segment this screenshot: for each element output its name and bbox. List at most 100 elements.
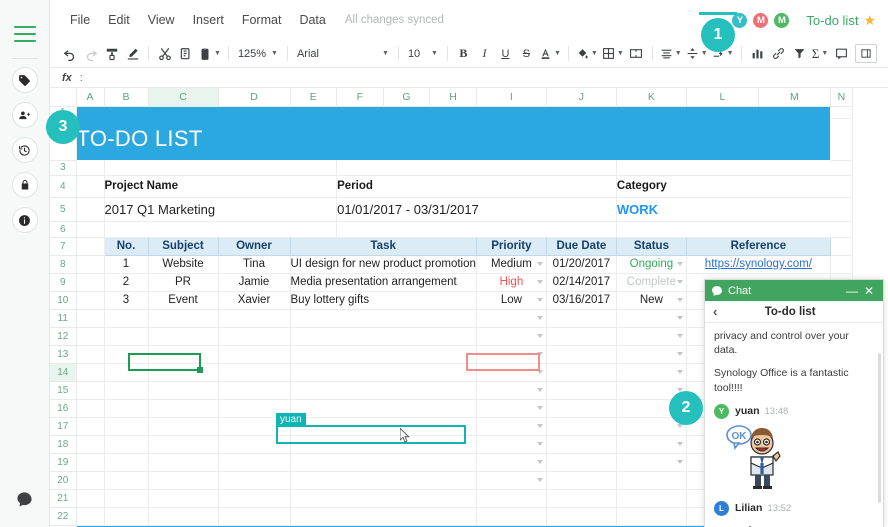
cell-d17[interactable] <box>218 417 290 435</box>
column-header-n[interactable]: N <box>830 88 852 106</box>
row-header-14[interactable]: 14 <box>50 363 76 381</box>
cell-i11[interactable] <box>476 309 546 327</box>
cell-b15[interactable] <box>104 381 148 399</box>
row-header-21[interactable]: 21 <box>50 489 76 507</box>
cell-reference-1[interactable]: https://synology.com/ <box>686 255 830 273</box>
chevron-down-icon[interactable]: ▼ <box>214 50 221 57</box>
cell-n8[interactable] <box>830 255 852 273</box>
cell-a8[interactable] <box>76 255 104 273</box>
cell-a6[interactable] <box>76 221 104 237</box>
cell-b19[interactable] <box>104 453 148 471</box>
version-history-icon[interactable] <box>12 137 38 163</box>
column-header-b[interactable]: B <box>104 88 148 106</box>
cell-j16[interactable] <box>546 399 616 417</box>
strikethrough-icon[interactable]: S <box>516 43 537 65</box>
row-header-9[interactable]: 9 <box>50 273 76 291</box>
link-icon[interactable] <box>768 43 789 65</box>
value-project-name[interactable]: 2017 Q1 Marketing <box>104 197 337 221</box>
cell-i18[interactable] <box>476 435 546 453</box>
cell-d16[interactable] <box>218 399 290 417</box>
th-task[interactable]: Task <box>290 237 476 255</box>
zoom-level-select[interactable]: 125% ▼ <box>234 44 282 64</box>
cell-i22[interactable] <box>476 507 546 525</box>
column-header-g[interactable]: G <box>383 88 430 106</box>
cell-c20[interactable] <box>148 471 218 489</box>
document-title[interactable]: To-do list <box>806 13 858 28</box>
cell-i13[interactable] <box>476 345 546 363</box>
cell-j22[interactable] <box>546 507 616 525</box>
chevron-down-icon[interactable] <box>537 280 543 284</box>
cell-b12[interactable] <box>104 327 148 345</box>
chat-launcher-icon[interactable] <box>13 487 37 511</box>
cell-a13[interactable] <box>76 345 104 363</box>
cell-k6[interactable] <box>616 221 852 237</box>
chevron-down-icon[interactable]: ▼ <box>591 50 598 57</box>
cell-priority-3[interactable]: Low <box>476 291 546 309</box>
cell-i19[interactable] <box>476 453 546 471</box>
th-priority[interactable]: Priority <box>476 237 546 255</box>
italic-icon[interactable]: I <box>474 43 495 65</box>
format-paint-icon[interactable] <box>101 43 122 65</box>
chevron-down-icon[interactable] <box>537 316 543 320</box>
row-header-10[interactable]: 10 <box>50 291 76 309</box>
cell-j21[interactable] <box>546 489 616 507</box>
cell-f6[interactable] <box>337 221 617 237</box>
cell-b11[interactable] <box>104 309 148 327</box>
cell-j11[interactable] <box>546 309 616 327</box>
cell-priority-1[interactable]: Medium <box>476 255 546 273</box>
avatar-collaborator-3[interactable]: M <box>773 12 790 29</box>
value-period[interactable]: 01/01/2017 - 03/31/2017 <box>337 197 617 221</box>
insert-comment-icon[interactable] <box>831 43 852 65</box>
cell-a3[interactable] <box>76 160 104 175</box>
chevron-down-icon[interactable]: ▼ <box>554 50 561 57</box>
cell-c21[interactable] <box>148 489 218 507</box>
label-project-name[interactable]: Project Name <box>104 175 337 197</box>
cell-b16[interactable] <box>104 399 148 417</box>
cell-k20[interactable] <box>616 471 686 489</box>
cell-a18[interactable] <box>76 435 104 453</box>
cell-i17[interactable] <box>476 417 546 435</box>
cell-j20[interactable] <box>546 471 616 489</box>
chevron-down-icon[interactable] <box>537 478 543 482</box>
cell-no-1[interactable]: 1 <box>104 255 148 273</box>
th-status[interactable]: Status <box>616 237 686 255</box>
row-header-22[interactable]: 22 <box>50 507 76 525</box>
row-header-12[interactable]: 12 <box>50 327 76 345</box>
chevron-down-icon[interactable] <box>537 442 543 446</box>
column-header-e[interactable]: E <box>290 88 337 106</box>
cell-k21[interactable] <box>616 489 686 507</box>
cell-e22[interactable] <box>290 507 476 525</box>
cell-c11[interactable] <box>148 309 218 327</box>
cell-i12[interactable] <box>476 327 546 345</box>
cell-status-2[interactable]: Complete <box>616 273 686 291</box>
cell-d15[interactable] <box>218 381 290 399</box>
add-person-icon[interactable] <box>12 102 38 128</box>
row-header-8[interactable]: 8 <box>50 255 76 273</box>
cell-a21[interactable] <box>76 489 104 507</box>
row-header-19[interactable]: 19 <box>50 453 76 471</box>
cell-a14[interactable] <box>76 363 104 381</box>
label-tag-icon[interactable] <box>12 67 38 93</box>
cell-task-1[interactable]: UI design for new product promotion <box>290 255 476 273</box>
row-header-16[interactable]: 16 <box>50 399 76 417</box>
cell-e18[interactable] <box>290 435 476 453</box>
cell-b14[interactable] <box>104 363 148 381</box>
column-header-m[interactable]: M <box>758 88 830 106</box>
cell-k22[interactable] <box>616 507 686 525</box>
chevron-down-icon[interactable] <box>677 460 683 464</box>
th-no[interactable]: No. <box>104 237 148 255</box>
cell-d22[interactable] <box>218 507 290 525</box>
cell-b3[interactable] <box>104 160 337 175</box>
copy-icon[interactable] <box>175 43 196 65</box>
menu-data[interactable]: Data <box>290 10 334 30</box>
row-header-11[interactable]: 11 <box>50 309 76 327</box>
text-color-icon[interactable]: ▼ <box>537 43 563 65</box>
row-header-7[interactable]: 7 <box>50 237 76 255</box>
clear-formatting-icon[interactable] <box>122 43 143 65</box>
th-due-date[interactable]: Due Date <box>546 237 616 255</box>
cell-i16[interactable] <box>476 399 546 417</box>
chevron-down-icon[interactable]: ▼ <box>821 50 828 57</box>
chevron-down-icon[interactable] <box>537 334 543 338</box>
cell-n1[interactable] <box>830 106 852 118</box>
cell-j19[interactable] <box>546 453 616 471</box>
